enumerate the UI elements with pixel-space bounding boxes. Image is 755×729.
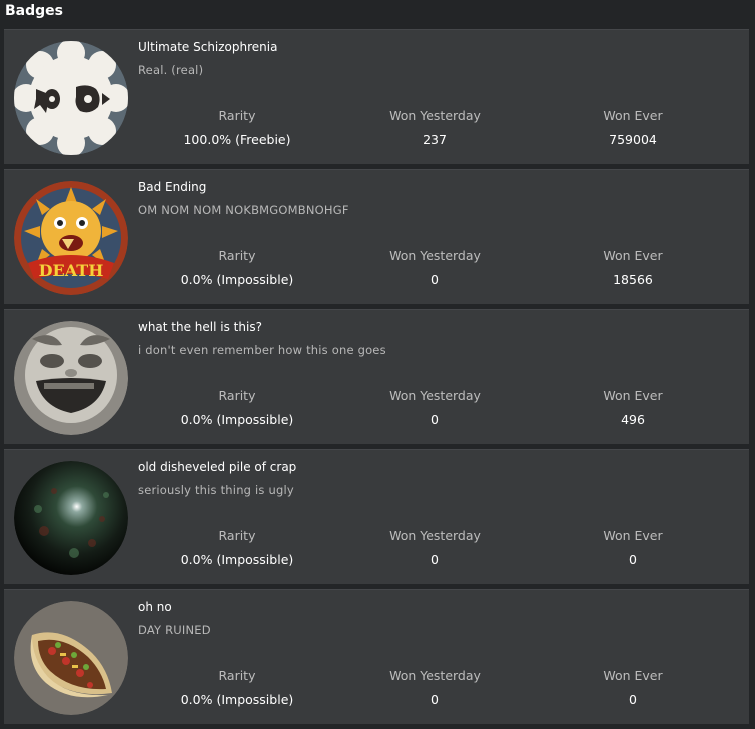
won-ever-value: 759004: [609, 132, 657, 147]
won-yesterday-value: 0: [431, 692, 439, 707]
rarity-stat: Rarity 0.0% (Impossible): [127, 668, 347, 707]
rarity-label: Rarity: [218, 248, 256, 263]
badge-card[interactable]: DEATH Bad Ending OM NOM NOM NOKBMGOMBNOH…: [4, 169, 749, 304]
won-ever-stat: Won Ever 496: [523, 388, 743, 427]
won-yesterday-label: Won Yesterday: [389, 108, 481, 123]
rarity-stat: Rarity 0.0% (Impossible): [127, 528, 347, 567]
rarity-value: 0.0% (Impossible): [180, 412, 294, 427]
won-yesterday-value: 0: [431, 412, 439, 427]
won-ever-label: Won Ever: [603, 668, 663, 683]
taco-icon[interactable]: [14, 601, 128, 715]
won-yesterday-stat: Won Yesterday 0: [325, 248, 545, 287]
won-yesterday-label: Won Yesterday: [389, 388, 481, 403]
rarity-label: Rarity: [218, 388, 256, 403]
won-ever-stat: Won Ever 759004: [523, 108, 743, 147]
won-ever-label: Won Ever: [603, 388, 663, 403]
badge-name: Ultimate Schizophrenia: [138, 40, 278, 54]
badge-card[interactable]: old disheveled pile of crap seriously th…: [4, 449, 749, 584]
won-yesterday-stat: Won Yesterday 0: [325, 668, 545, 707]
won-ever-value: 18566: [613, 272, 653, 287]
eyes-cloud-icon[interactable]: [14, 41, 128, 155]
badge-list: Ultimate Schizophrenia Real. (real) Rari…: [4, 29, 749, 729]
rarity-label: Rarity: [218, 108, 256, 123]
badge-name: oh no: [138, 600, 172, 614]
won-yesterday-stat: Won Yesterday 237: [325, 108, 545, 147]
badge-description: DAY RUINED: [138, 623, 211, 637]
dark-orb-icon[interactable]: [14, 461, 128, 575]
badge-description: Real. (real): [138, 63, 204, 77]
rarity-value: 0.0% (Impossible): [180, 272, 294, 287]
section-title: Badges: [5, 3, 63, 19]
rarity-value: 0.0% (Impossible): [180, 552, 294, 567]
rarity-value: 100.0% (Freebie): [183, 132, 291, 147]
won-ever-value: 0: [629, 692, 637, 707]
won-ever-value: 496: [621, 412, 645, 427]
won-yesterday-label: Won Yesterday: [389, 248, 481, 263]
badge-card[interactable]: oh no DAY RUINED Rarity 0.0% (Impossible…: [4, 589, 749, 724]
svg-text:DEATH: DEATH: [39, 261, 104, 280]
won-ever-value: 0: [629, 552, 637, 567]
won-ever-label: Won Ever: [603, 248, 663, 263]
badge-name: old disheveled pile of crap: [138, 460, 297, 474]
badge-name: Bad Ending: [138, 180, 207, 194]
won-ever-stat: Won Ever 18566: [523, 248, 743, 287]
badge-description: seriously this thing is ugly: [138, 483, 294, 497]
rarity-label: Rarity: [218, 528, 256, 543]
won-yesterday-stat: Won Yesterday 0: [325, 528, 545, 567]
won-ever-label: Won Ever: [603, 528, 663, 543]
won-yesterday-label: Won Yesterday: [389, 668, 481, 683]
won-ever-stat: Won Ever 0: [523, 528, 743, 567]
rarity-stat: Rarity 0.0% (Impossible): [127, 248, 347, 287]
badge-card[interactable]: Ultimate Schizophrenia Real. (real) Rari…: [4, 29, 749, 164]
badge-card[interactable]: what the hell is this? i don't even reme…: [4, 309, 749, 444]
rarity-label: Rarity: [218, 668, 256, 683]
won-yesterday-value: 0: [431, 552, 439, 567]
face-blur-icon[interactable]: [14, 321, 128, 435]
badge-description: i don't even remember how this one goes: [138, 343, 386, 357]
badge-name: what the hell is this?: [138, 320, 262, 334]
won-yesterday-label: Won Yesterday: [389, 528, 481, 543]
won-yesterday-stat: Won Yesterday 0: [325, 388, 545, 427]
rarity-stat: Rarity 0.0% (Impossible): [127, 388, 347, 427]
won-yesterday-value: 237: [423, 132, 447, 147]
badge-description: OM NOM NOM NOKBMGOMBNOHGF: [138, 203, 349, 217]
won-ever-stat: Won Ever 0: [523, 668, 743, 707]
rarity-value: 0.0% (Impossible): [180, 692, 294, 707]
won-ever-label: Won Ever: [603, 108, 663, 123]
death-sun-icon[interactable]: DEATH: [14, 181, 128, 295]
won-yesterday-value: 0: [431, 272, 439, 287]
rarity-stat: Rarity 100.0% (Freebie): [127, 108, 347, 147]
